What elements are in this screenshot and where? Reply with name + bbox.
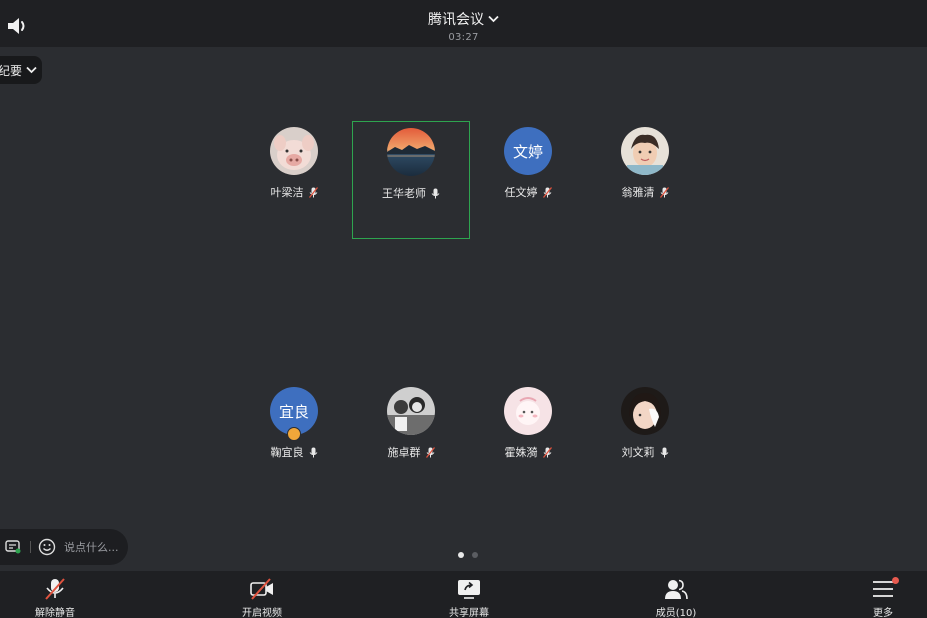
meeting-title-text: 腾讯会议 [428,12,484,28]
pig-avatar [270,127,318,175]
meeting-timer: 03:27 [448,32,479,43]
members-button[interactable]: 成员(10) [641,578,711,618]
mic-muted-icon [45,578,65,600]
participant-name: 鞠宜良 [270,446,304,459]
participant-name: 霍姝漪 [504,446,538,459]
members-icon [665,579,688,600]
notification-dot [892,577,899,584]
page-dot[interactable] [472,552,478,558]
chevron-down-icon [488,15,499,23]
mic-icon [309,447,317,457]
participant-name: 叶梁洁 [270,186,304,199]
participant-tile[interactable]: 刘文莉 [586,381,704,499]
participant-tile[interactable]: 翁雅清 [586,121,704,239]
chevron-down-icon [26,66,37,74]
participant-name: 任文婷 [504,186,538,199]
share-screen-button[interactable]: 共享屏幕 [434,578,504,618]
avatar-initials: 宜良 [278,402,309,421]
summary-label: 纪要 [0,63,23,78]
start-video-button[interactable]: 开启视频 [227,578,297,618]
chat-placeholder: 说点什么... [64,541,119,554]
page-dot-active[interactable] [458,552,464,558]
summary-button[interactable]: 纪要 [0,56,42,84]
participant-tile[interactable]: 叶梁洁 [235,121,353,239]
participant-name: 翁雅清 [621,186,655,199]
participant-name: 刘文莉 [621,446,655,459]
more-button[interactable]: 更多 [848,577,918,618]
participant-grid: 叶梁洁 王华老师 文婷 任文婷 翁雅清 宜良 鞠宜良 施卓群 霍姝漪 刘文莉 [0,47,927,571]
bottom-toolbar: 解除静音 开启视频 共享屏幕 成员(10) 更多 [0,571,927,618]
divider [30,541,31,553]
initials-avatar: 文婷 [504,127,552,175]
mic-muted-icon [425,446,435,458]
share-screen-label: 共享屏幕 [449,608,489,618]
unmute-label: 解除静音 [35,608,75,618]
avatar-initials: 文婷 [512,142,543,161]
host-crown-icon [287,427,301,441]
mic-muted-icon [659,186,669,198]
group-avatar [387,387,435,435]
participant-tile[interactable]: 宜良 鞠宜良 [235,381,353,499]
share-screen-icon [458,580,480,599]
camera-off-icon [250,578,273,600]
sunset-avatar [387,128,435,176]
chat-input[interactable]: 说点什么... [0,529,128,565]
cartoon-avatar [504,387,552,435]
more-label: 更多 [873,608,893,618]
mic-muted-icon [308,186,318,198]
participant-tile[interactable]: 文婷 任文婷 [469,121,587,239]
meeting-title-area: 腾讯会议 03:27 [0,9,927,43]
participant-tile-active[interactable]: 王华老师 [352,121,470,239]
girl-avatar [621,127,669,175]
participant-name: 王华老师 [382,187,426,200]
page-indicator [458,552,478,558]
mic-muted-icon [542,446,552,458]
top-bar: 腾讯会议 03:27 [0,0,927,47]
mic-icon [660,447,668,457]
child-avatar [621,387,669,435]
unmute-button[interactable]: 解除静音 [20,578,90,618]
meeting-title[interactable]: 腾讯会议 [428,9,499,29]
chat-list-icon[interactable] [5,540,21,554]
participant-tile[interactable]: 施卓群 [352,381,470,499]
emoji-icon[interactable] [38,538,56,556]
mic-muted-icon [542,186,552,198]
start-video-label: 开启视频 [242,608,282,618]
members-label: 成员(10) [655,608,697,618]
participant-tile[interactable]: 霍姝漪 [469,381,587,499]
mic-icon [431,188,440,198]
participant-name: 施卓群 [387,446,421,459]
